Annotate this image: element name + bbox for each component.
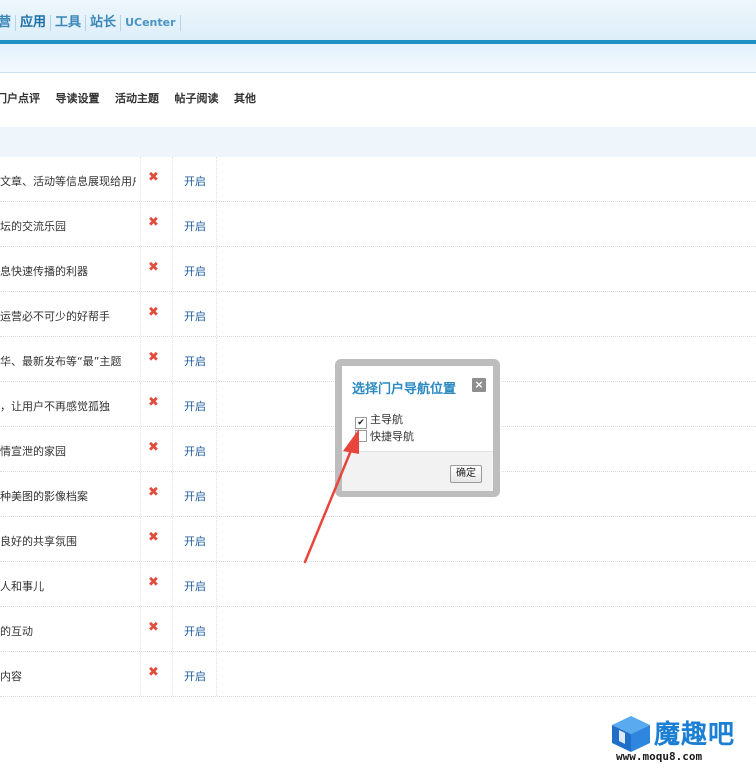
nav-item-ucenter[interactable]: UCenter bbox=[121, 15, 181, 31]
list-item: 文章、活动等信息展现给用户 ✖ 开启 bbox=[0, 157, 756, 202]
watermark-name: 魔趣吧 bbox=[654, 720, 736, 750]
enable-link[interactable]: 开启 bbox=[184, 263, 206, 279]
disabled-x-icon: ✖ bbox=[148, 260, 159, 275]
tab-guide-settings[interactable]: 导读设置 bbox=[56, 90, 100, 106]
module-description: 息快速传播的利器 bbox=[0, 265, 88, 278]
module-description: 文章、活动等信息展现给用户 bbox=[0, 175, 136, 188]
quick-nav-checkbox[interactable] bbox=[355, 430, 367, 442]
main-nav-label: 主导航 bbox=[370, 413, 403, 426]
confirm-button[interactable]: 确定 bbox=[450, 465, 482, 483]
portal-nav-dialog: 选择门户导航位置 × ✔ 主导航 快捷导航 确定 bbox=[335, 359, 500, 497]
tab-portal-comments[interactable]: 门户点评 bbox=[0, 90, 40, 106]
enable-link[interactable]: 开启 bbox=[184, 578, 206, 594]
settings-tabs: 门户点评 导读设置 活动主题 帖子阅读 其他 bbox=[0, 90, 268, 106]
module-description: 情宣泄的家园 bbox=[0, 445, 66, 458]
module-description: 华、最新发布等“最”主题 bbox=[0, 355, 122, 368]
watermark-logo: 魔趣吧 www.moqu8.com bbox=[610, 712, 750, 766]
list-item: 内容 ✖ 开启 bbox=[0, 652, 756, 697]
disabled-x-icon: ✖ bbox=[148, 440, 159, 455]
enable-link[interactable]: 开启 bbox=[184, 173, 206, 189]
quick-nav-label: 快捷导航 bbox=[370, 430, 414, 443]
module-description: 运营必不可少的好帮手 bbox=[0, 310, 110, 323]
list-item: 的互动 ✖ 开启 bbox=[0, 607, 756, 652]
module-description: 种美图的影像档案 bbox=[0, 490, 88, 503]
quick-nav-option[interactable]: 快捷导航 bbox=[355, 428, 414, 444]
module-description: 坛的交流乐园 bbox=[0, 220, 66, 233]
dialog-body: 选择门户导航位置 × ✔ 主导航 快捷导航 确定 bbox=[342, 366, 493, 491]
module-description: ，让用户不再感觉孤独 bbox=[0, 400, 110, 413]
disabled-x-icon: ✖ bbox=[148, 530, 159, 545]
disabled-x-icon: ✖ bbox=[148, 485, 159, 500]
list-item: 运营必不可少的好帮手 ✖ 开启 bbox=[0, 292, 756, 337]
disabled-x-icon: ✖ bbox=[148, 170, 159, 185]
disabled-x-icon: ✖ bbox=[148, 575, 159, 590]
nav-item-apps[interactable]: 应用 bbox=[16, 15, 52, 31]
top-nav: 营应用 工具 站长 UCenter bbox=[0, 0, 756, 40]
tab-post-reading[interactable]: 帖子阅读 bbox=[175, 90, 219, 106]
enable-link[interactable]: 开启 bbox=[184, 443, 206, 459]
list-item: 人和事儿 ✖ 开启 bbox=[0, 562, 756, 607]
disabled-x-icon: ✖ bbox=[148, 395, 159, 410]
enable-link[interactable]: 开启 bbox=[184, 398, 206, 414]
table-header-band bbox=[0, 127, 756, 157]
enable-link[interactable]: 开启 bbox=[184, 668, 206, 684]
close-icon[interactable]: × bbox=[472, 378, 486, 392]
top-nav-items: 营应用 工具 站长 UCenter bbox=[0, 15, 181, 35]
module-description: 的互动 bbox=[0, 625, 33, 638]
tab-activity-topics[interactable]: 活动主题 bbox=[115, 90, 159, 106]
enable-link[interactable]: 开启 bbox=[184, 218, 206, 234]
enable-link[interactable]: 开启 bbox=[184, 533, 206, 549]
disabled-x-icon: ✖ bbox=[148, 350, 159, 365]
main-nav-option[interactable]: ✔ 主导航 bbox=[355, 411, 403, 429]
module-description: 人和事儿 bbox=[0, 580, 44, 593]
module-description: 内容 bbox=[0, 670, 22, 683]
sub-header bbox=[0, 44, 756, 73]
tab-other[interactable]: 其他 bbox=[234, 90, 256, 106]
enable-link[interactable]: 开启 bbox=[184, 353, 206, 369]
list-item: 良好的共享氛围 ✖ 开启 bbox=[0, 517, 756, 562]
module-description: 良好的共享氛围 bbox=[0, 535, 77, 548]
disabled-x-icon: ✖ bbox=[148, 620, 159, 635]
enable-link[interactable]: 开启 bbox=[184, 308, 206, 324]
nav-item-partial[interactable]: 营 bbox=[0, 15, 17, 31]
disabled-x-icon: ✖ bbox=[148, 665, 159, 680]
disabled-x-icon: ✖ bbox=[148, 305, 159, 320]
enable-link[interactable]: 开启 bbox=[184, 488, 206, 504]
enable-link[interactable]: 开启 bbox=[184, 623, 206, 639]
dialog-footer: 确定 bbox=[342, 451, 493, 491]
disabled-x-icon: ✖ bbox=[148, 215, 159, 230]
nav-item-admin[interactable]: 站长 bbox=[86, 15, 122, 31]
nav-item-tools[interactable]: 工具 bbox=[51, 15, 87, 31]
watermark-url: www.moqu8.com bbox=[616, 750, 703, 763]
dialog-title: 选择门户导航位置 bbox=[352, 382, 457, 397]
list-item: 息快速传播的利器 ✖ 开启 bbox=[0, 247, 756, 292]
cube-logo-icon bbox=[612, 716, 650, 752]
list-item: 坛的交流乐园 ✖ 开启 bbox=[0, 202, 756, 247]
